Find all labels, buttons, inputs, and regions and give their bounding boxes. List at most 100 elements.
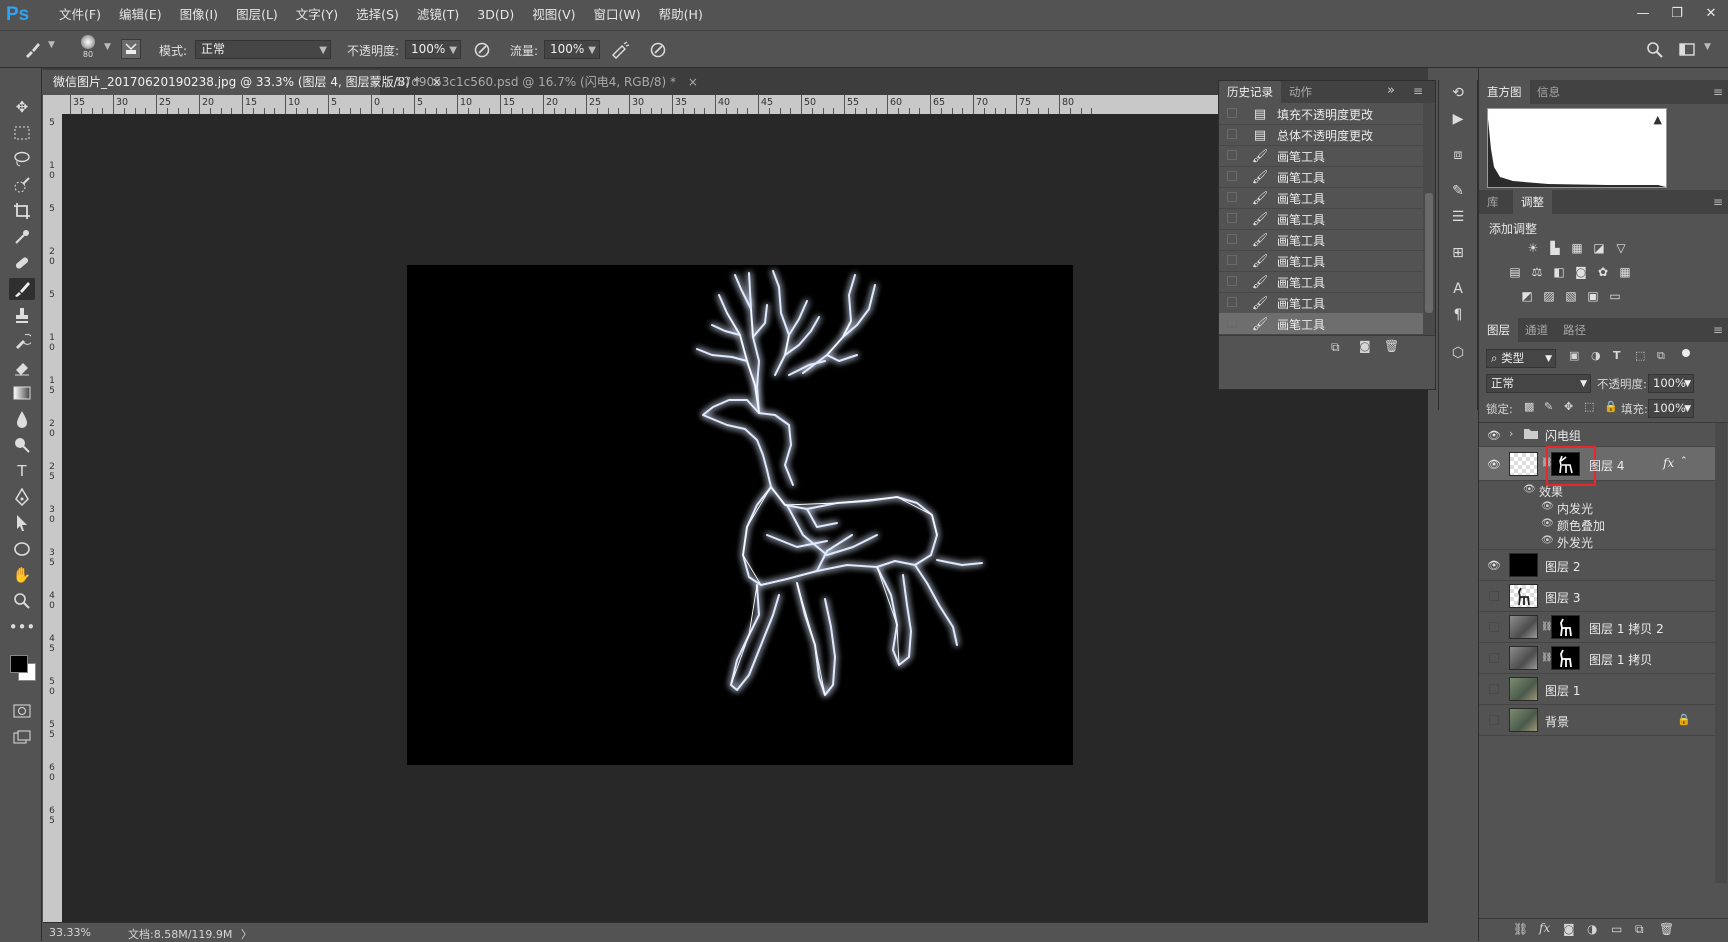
new-document-from-state-icon[interactable]: ⧉ [1331,340,1340,355]
layer-row[interactable]: ⛓ 图层 1 拷贝 [1479,643,1715,674]
color-lookup-icon[interactable]: ▦ [1617,265,1633,279]
layer-thumbnail[interactable] [1509,584,1538,608]
eraser-tool-icon[interactable] [9,356,35,378]
quick-selection-tool-icon[interactable] [9,174,35,196]
history-snapshot-toggle[interactable] [1227,255,1237,265]
gradient-map-icon[interactable]: ▭ [1607,289,1623,303]
ellipse-tool-icon[interactable] [9,538,35,560]
healing-brush-tool-icon[interactable] [9,252,35,274]
lock-transparent-icon[interactable]: ▩ [1524,400,1534,413]
tab-libraries[interactable]: 库 [1479,190,1507,214]
filter-smart-object-icon[interactable]: ⧉ [1657,349,1665,363]
tab-document-2[interactable]: 57d9053c1c560.psd @ 16.7% (闪电4, RGB/8) *… [386,70,698,95]
dodge-tool-icon[interactable] [9,434,35,456]
tab-info[interactable]: 信息 [1529,80,1568,104]
screen-mode-icon[interactable] [9,726,35,748]
paragraph-panel-icon[interactable]: ¶ [1447,304,1469,326]
brush-tool-icon[interactable] [9,278,35,300]
layer-thumbnail[interactable] [1509,615,1538,639]
history-snapshot-toggle[interactable] [1227,297,1237,307]
color-swatches[interactable] [8,653,38,683]
visibility-toggle[interactable] [1489,715,1499,725]
delete-layer-icon[interactable]: 🗑 [1659,922,1674,936]
tab-document-active[interactable]: 微信图片_20170620190238.jpg @ 33.3% (图层 4, 图… [43,70,442,95]
link-layers-icon[interactable]: ⛓ [1513,922,1528,936]
lock-image-icon[interactable]: ✎ [1544,400,1553,413]
chevron-up-icon[interactable]: ⌃ [1680,456,1688,466]
history-snapshot-toggle[interactable] [1227,318,1237,328]
black-white-icon[interactable]: ◧ [1551,265,1567,279]
layer-group-row[interactable]: 👁 › 闪电组 [1479,423,1715,447]
opacity-input[interactable]: 100% ▼ [405,40,461,59]
menu-3d[interactable]: 3D(D) [468,0,523,30]
layer-thumbnail[interactable] [1509,452,1538,476]
layer-row[interactable]: 图层 1 [1479,674,1715,705]
curves-icon[interactable]: ▦ [1569,241,1585,255]
layer-row-selected[interactable]: 👁 ⛓ 图层 4 fx ⌃ [1479,446,1715,486]
layer-row[interactable]: 背景 🔒 [1479,705,1715,736]
new-group-icon[interactable]: ▭ [1611,922,1622,936]
layer-thumbnail[interactable] [1509,553,1538,577]
fx-badge[interactable]: fx [1663,456,1674,470]
brush-panel-toggle-icon[interactable] [121,39,141,59]
history-item[interactable]: 🖌 画笔工具 [1219,271,1423,293]
levels-icon[interactable]: ▙ [1547,241,1563,255]
tab-paths[interactable]: 路径 [1555,318,1594,342]
effect-color-overlay[interactable]: 颜色叠加 [1557,517,1605,534]
lock-artboard-icon[interactable]: ⬚ [1584,400,1594,413]
effect-eye-icon[interactable]: 👁 [1541,501,1554,512]
blur-tool-icon[interactable] [9,408,35,430]
eyedropper-tool-icon[interactable] [9,226,35,248]
close-button[interactable]: ✕ [1694,0,1728,26]
layer-thumbnail[interactable] [1509,646,1538,670]
history-panel-icon[interactable]: ⟲ [1447,82,1469,104]
layers-scrollbar[interactable] [1715,423,1727,883]
zoom-tool-icon[interactable] [9,590,35,612]
add-mask-icon[interactable]: ◙ [1563,922,1575,936]
visibility-toggle[interactable] [1489,684,1499,694]
menu-select[interactable]: 选择(S) [347,0,408,30]
clone-source-icon[interactable]: ⊞ [1447,242,1469,264]
history-item[interactable]: 🖌 画笔工具 [1219,208,1423,230]
lock-all-icon[interactable]: 🔒 [1604,400,1618,413]
flow-input[interactable]: 100% ▼ [544,40,600,59]
threshold-icon[interactable]: ▧ [1563,289,1579,303]
effects-eye-icon[interactable]: 👁 [1523,484,1536,495]
filter-adjustment-icon[interactable]: ◑ [1591,349,1601,362]
visibility-toggle[interactable] [1489,591,1499,601]
posterize-icon[interactable]: ▨ [1541,289,1557,303]
type-tool-icon[interactable]: T [9,460,35,482]
document-canvas[interactable] [407,265,1073,765]
panel-menu-icon[interactable]: ≡ [1713,323,1723,337]
pressure-opacity-icon[interactable] [472,40,492,60]
brush-presets-icon[interactable]: ✎ [1447,180,1469,202]
effect-inner-glow[interactable]: 内发光 [1557,500,1593,517]
visibility-toggle[interactable] [1489,653,1499,663]
search-icon[interactable] [1645,40,1665,60]
lock-position-icon[interactable]: ✥ [1564,400,1573,413]
crop-tool-icon[interactable] [9,200,35,222]
tab-histogram[interactable]: 直方图 [1479,80,1530,104]
workspace-dropdown-icon[interactable]: ▼ [1704,42,1711,52]
history-snapshot-toggle[interactable] [1227,150,1237,160]
actions-panel-icon[interactable]: ▶ [1447,108,1469,130]
channel-mixer-icon[interactable]: ✿ [1595,265,1611,279]
path-selection-tool-icon[interactable] [9,512,35,534]
effect-eye-icon[interactable]: 👁 [1541,535,1554,546]
marquee-tool-icon[interactable] [9,122,35,144]
new-layer-icon[interactable]: ⧉ [1635,922,1644,937]
history-snapshot-toggle[interactable] [1227,276,1237,286]
layer-mask-thumbnail[interactable] [1551,646,1580,670]
chevron-right-icon[interactable]: › [1509,427,1513,440]
gradient-tool-icon[interactable] [9,382,35,404]
visibility-eye-icon[interactable]: 👁 [1487,458,1501,471]
history-item[interactable]: 🖌 画笔工具 [1219,313,1423,335]
effect-outer-glow[interactable]: 外发光 [1557,534,1593,551]
status-menu-arrow-icon[interactable]: 〉 [241,926,252,942]
panel-menu-icon[interactable]: ≡ [1713,195,1723,209]
brush-size-picker[interactable]: 80 [75,35,101,63]
history-item[interactable]: ▤ 填充不透明度更改 [1219,103,1423,125]
filter-type-icon[interactable]: T [1613,349,1621,362]
effect-eye-icon[interactable]: 👁 [1541,518,1554,529]
3d-panel-icon[interactable]: ⬡ [1447,342,1469,364]
